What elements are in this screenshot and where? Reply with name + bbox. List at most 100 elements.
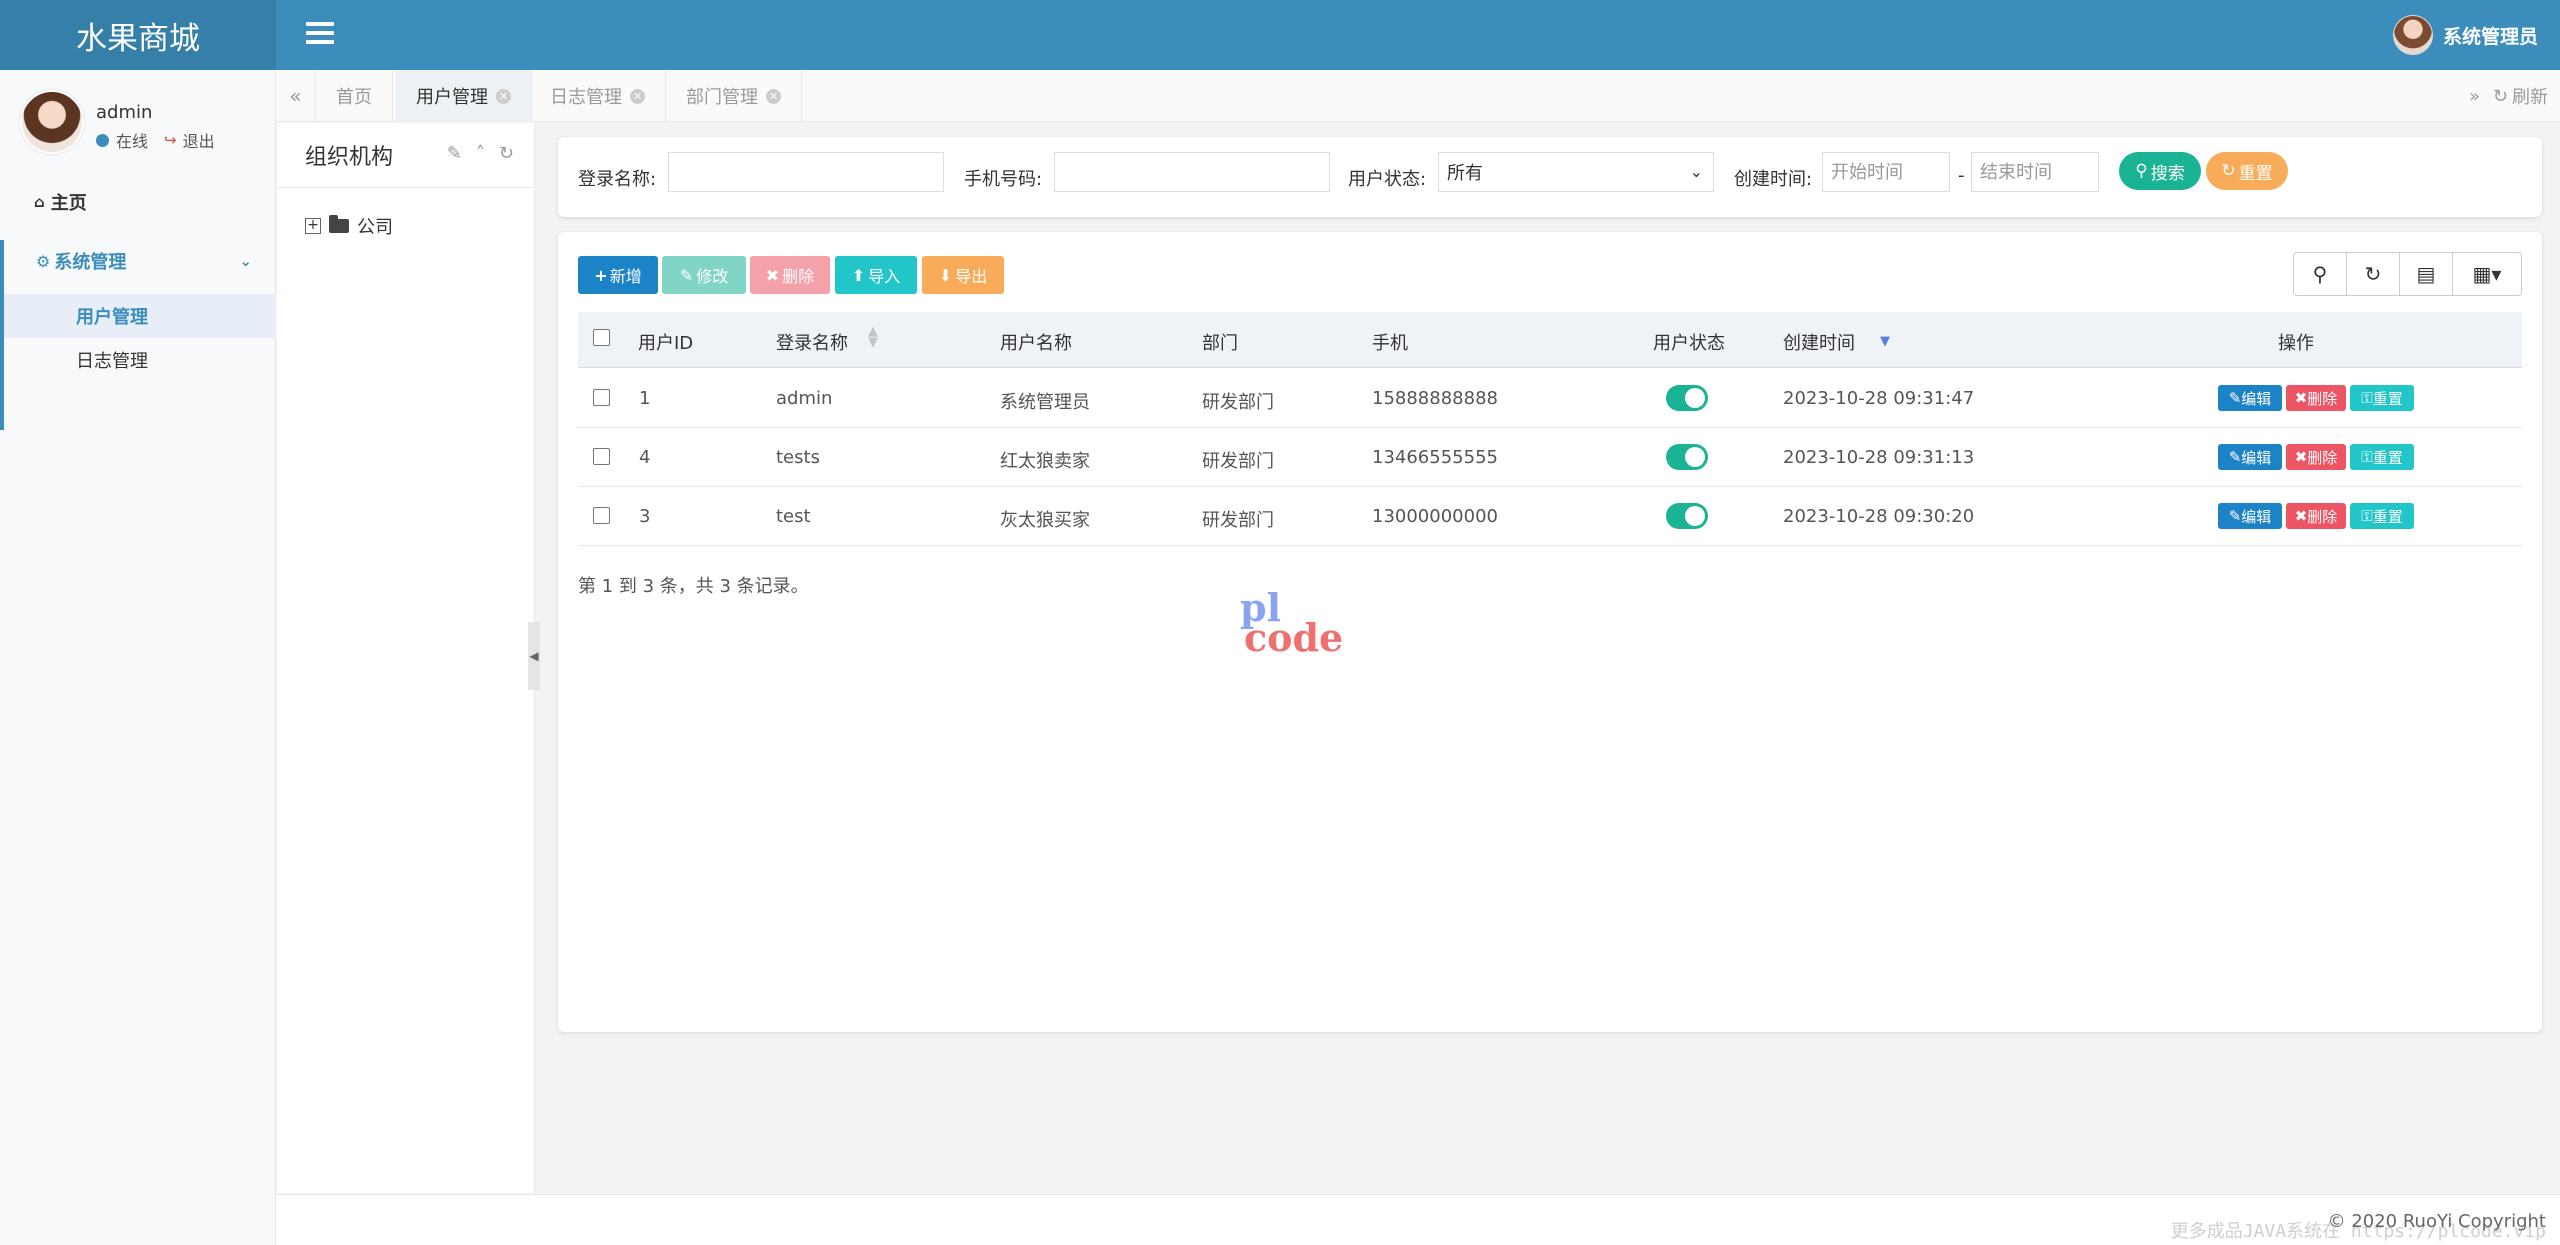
refresh-icon[interactable]: ↻ [499, 143, 514, 164]
close-icon[interactable]: ✕ [766, 88, 781, 104]
tab-logs[interactable]: 日志管理 ✕ [530, 70, 666, 122]
row-delete-button[interactable]: ✖ 删除 [2286, 444, 2346, 470]
row-reset-button[interactable]: ⚿ 重置 [2350, 385, 2414, 411]
reset-button-label: 重置 [2238, 163, 2273, 184]
add-button-label: 新增 [609, 267, 642, 286]
edit-icon: ✎ [2228, 448, 2242, 466]
row-checkbox[interactable] [593, 507, 610, 524]
table-row: 1 admin 系统管理员 研发部门 15888888888 2023-10-2… [578, 369, 2522, 428]
close-icon[interactable]: ✕ [630, 88, 645, 104]
search-button-label: 搜索 [2150, 163, 2185, 184]
sort-desc-icon[interactable]: ▼ [1880, 334, 1890, 349]
table-row: 3 test 灰太狼买家 研发部门 13000000000 2023-10-28… [578, 487, 2522, 546]
tabs-refresh-button[interactable]: ↻ 刷新 [2493, 70, 2548, 122]
tab-depts[interactable]: 部门管理 ✕ [666, 70, 802, 122]
row-reset-button[interactable]: ⚿ 重置 [2350, 503, 2414, 529]
start-time-input[interactable] [1822, 152, 1950, 192]
col-phone[interactable]: 手机 [1372, 329, 1408, 355]
close-icon: ✖ [2294, 389, 2308, 407]
key-icon: ⚿ [2361, 389, 2373, 407]
status-select[interactable]: 所有 ⌄ [1438, 152, 1714, 192]
refresh-icon: ↻ [2492, 85, 2508, 107]
row-reset-button[interactable]: ⚿ 重置 [2350, 444, 2414, 470]
avatar [20, 90, 84, 154]
download-icon: ⬇ [938, 265, 953, 285]
export-button[interactable]: ⬇ 导出 [922, 256, 1004, 294]
row-edit-label: 编辑 [2241, 507, 2272, 526]
tree-node-company[interactable]: + 公司 [305, 213, 393, 239]
sidebar-item-system[interactable]: ⚙ 系统管理 ⌄ [4, 240, 276, 282]
col-user-name[interactable]: 用户名称 [1000, 329, 1072, 355]
logout-icon[interactable]: ↪ [164, 131, 177, 149]
footer: 更多成品JAVA系统在 https://plcode.vip © 2020 Ru… [276, 1194, 2560, 1245]
row-edit-button[interactable]: ✎ 编辑 [2218, 385, 2282, 411]
top-user-label: 系统管理员 [2442, 25, 2538, 48]
import-button-label: 导入 [868, 267, 901, 286]
tab-users[interactable]: 用户管理 ✕ [396, 70, 532, 122]
top-user-menu[interactable]: 系统管理员 [2392, 0, 2538, 70]
watermark-line2: code [1244, 615, 1344, 660]
status-toggle[interactable] [1666, 503, 1708, 529]
phone-input[interactable] [1054, 152, 1330, 192]
row-delete-button[interactable]: ✖ 删除 [2286, 385, 2346, 411]
reset-button[interactable]: ↻ 重置 [2206, 152, 2288, 190]
chevron-down-icon: ⌄ [1689, 162, 1703, 181]
search-icon[interactable]: ⚲ [2294, 253, 2347, 295]
row-edit-label: 编辑 [2241, 389, 2272, 408]
page-tabs: « 首页 用户管理 ✕ 日志管理 ✕ 部门管理 ✕ » ↻ 刷新 [276, 70, 2560, 122]
sidebar-item-logs[interactable]: 日志管理 [4, 338, 276, 382]
col-created[interactable]: 创建时间 [1783, 329, 1855, 355]
avatar [2392, 15, 2433, 55]
app-logo[interactable]: 水果商城 [0, 0, 276, 70]
close-icon[interactable]: ✕ [496, 88, 511, 104]
sidebar-item-label: 用户管理 [76, 307, 148, 328]
row-checkbox[interactable] [593, 448, 610, 465]
col-dept[interactable]: 部门 [1202, 329, 1238, 355]
cell-user-id: 3 [639, 506, 651, 527]
logout-link[interactable]: 退出 [183, 128, 215, 152]
col-user-id[interactable]: 用户ID [638, 329, 693, 355]
expand-icon[interactable]: + [305, 218, 321, 234]
columns-icon[interactable]: ▦▾ [2453, 253, 2521, 295]
collapse-handle[interactable]: ◀ [528, 622, 540, 690]
tab-home[interactable]: 首页 [316, 70, 393, 122]
refresh-icon[interactable]: ↻ [2347, 253, 2400, 295]
sort-icon[interactable]: ▲ ▼ [868, 325, 878, 349]
search-button[interactable]: ⚲ 搜索 [2119, 152, 2201, 190]
row-delete-label: 删除 [2307, 448, 2338, 467]
cell-login-name: test [776, 506, 811, 527]
edit-icon[interactable]: ✎ [447, 143, 462, 164]
status-toggle[interactable] [1666, 444, 1708, 470]
sidebar-item-label: 系统管理 [54, 252, 127, 273]
tab-label: 用户管理 [416, 87, 488, 108]
tabs-scroll-right-icon[interactable]: » [2469, 70, 2480, 122]
row-edit-button[interactable]: ✎ 编辑 [2218, 503, 2282, 529]
edit-button[interactable]: ✎ 修改 [662, 256, 746, 294]
row-edit-button[interactable]: ✎ 编辑 [2218, 444, 2282, 470]
upload-icon: ⬆ [851, 265, 866, 285]
end-time-input[interactable] [1971, 152, 2099, 192]
col-login-name[interactable]: 登录名称 [776, 329, 848, 355]
add-button[interactable]: + 新增 [578, 256, 658, 294]
select-all-checkbox[interactable] [593, 329, 610, 346]
org-panel: 组织机构 ✎ ˄ ↻ + 公司 [277, 123, 535, 1193]
col-status[interactable]: 用户状态 [1653, 329, 1725, 355]
user-status: 在线 ↪ 退出 [96, 128, 215, 152]
row-delete-button[interactable]: ✖ 删除 [2286, 503, 2346, 529]
delete-button[interactable]: ✖ 删除 [750, 256, 830, 294]
menu-toggle-icon[interactable] [306, 22, 334, 46]
toggle-view-icon[interactable]: ▤ [2400, 253, 2453, 295]
org-header: 组织机构 ✎ ˄ ↻ [277, 123, 534, 188]
sidebar-item-home[interactable]: ⌂ 主页 [0, 182, 276, 222]
col-actions: 操作 [2278, 333, 2314, 354]
tabs-scroll-left-icon[interactable]: « [276, 70, 316, 122]
cell-dept: 研发部门 [1202, 451, 1274, 472]
import-button[interactable]: ⬆ 导入 [835, 256, 917, 294]
close-icon: ✖ [765, 265, 780, 285]
chevron-up-icon[interactable]: ˄ [476, 143, 485, 164]
login-name-input[interactable] [668, 152, 944, 192]
sidebar-item-users[interactable]: 用户管理 [4, 294, 276, 338]
status-toggle[interactable] [1666, 385, 1708, 411]
row-checkbox[interactable] [593, 389, 610, 406]
cell-user-id: 1 [639, 388, 651, 409]
